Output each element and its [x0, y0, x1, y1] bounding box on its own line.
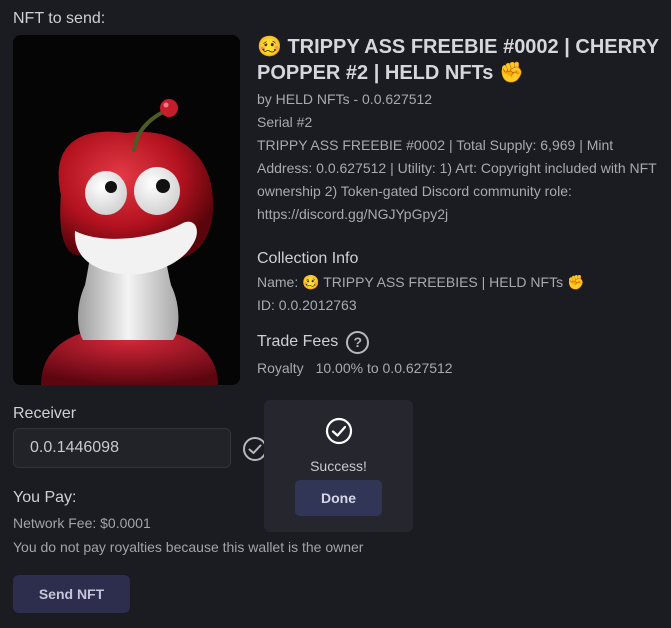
question-circle-icon[interactable]: ? — [346, 330, 370, 354]
you-pay-heading: You Pay: — [13, 489, 77, 506]
cherry-character-illustration — [13, 35, 240, 385]
success-modal: Success! Done — [264, 400, 413, 532]
nft-creator: by HELD NFTs - 0.0.627512 — [257, 91, 433, 107]
trade-fees-heading: Trade Fees — [257, 333, 339, 350]
receiver-input[interactable] — [13, 428, 231, 468]
collection-name: Name: 🥴 TRIPPY ASS FREEBIES | HELD NFTs … — [257, 274, 585, 290]
royalty-value: 10.00% to 0.0.627512 — [315, 360, 453, 376]
royalty-label: Royalty — [257, 360, 304, 376]
nft-description: TRIPPY ASS FREEBIE #0002 | Total Supply:… — [257, 137, 657, 222]
done-button[interactable]: Done — [295, 480, 382, 516]
royalty-note: You do not pay royalties because this wa… — [13, 539, 364, 555]
nft-serial: Serial #2 — [257, 114, 313, 130]
nft-details: 🥴 TRIPPY ASS FREEBIE #0002 | CHERRY POPP… — [257, 34, 665, 376]
nft-image — [13, 35, 240, 385]
send-nft-button[interactable]: Send NFT — [13, 575, 130, 613]
collection-info-heading: Collection Info — [257, 250, 359, 267]
check-circle-icon — [325, 417, 353, 445]
network-fee: Network Fee: $0.0001 — [13, 515, 151, 531]
page-heading: NFT to send: — [13, 10, 106, 27]
nft-title: 🥴 TRIPPY ASS FREEBIE #0002 | CHERRY POPP… — [257, 36, 659, 84]
receiver-label: Receiver — [13, 405, 77, 422]
royalty-row: Royalty 10.00% to 0.0.627512 — [257, 360, 665, 376]
trade-fees-header: Trade Fees ? — [257, 330, 665, 354]
collection-id: ID: 0.0.2012763 — [257, 297, 357, 313]
success-message: Success! — [310, 458, 367, 474]
